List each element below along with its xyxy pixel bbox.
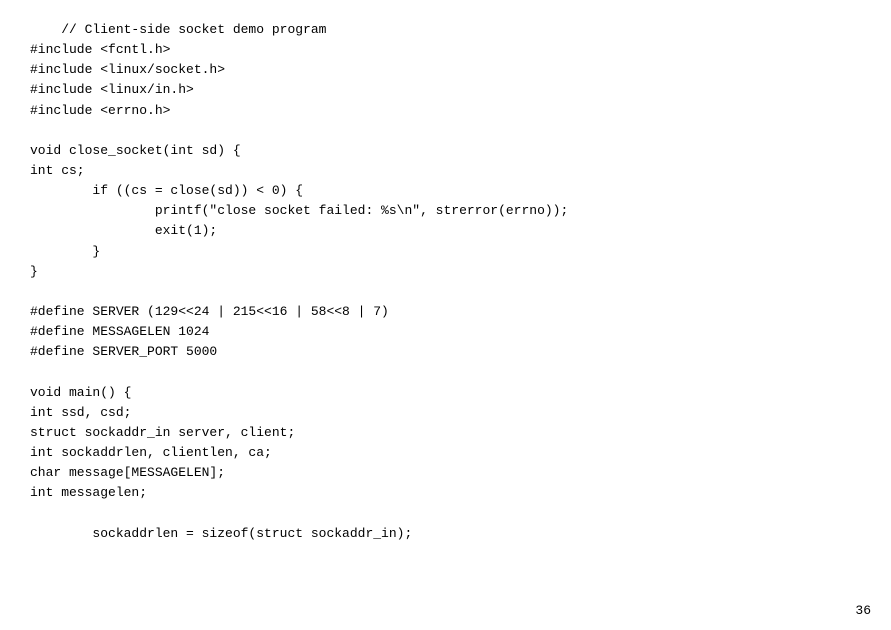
code-block: // Client-side socket demo program #incl… <box>0 0 891 564</box>
page-number: 36 <box>855 603 871 618</box>
